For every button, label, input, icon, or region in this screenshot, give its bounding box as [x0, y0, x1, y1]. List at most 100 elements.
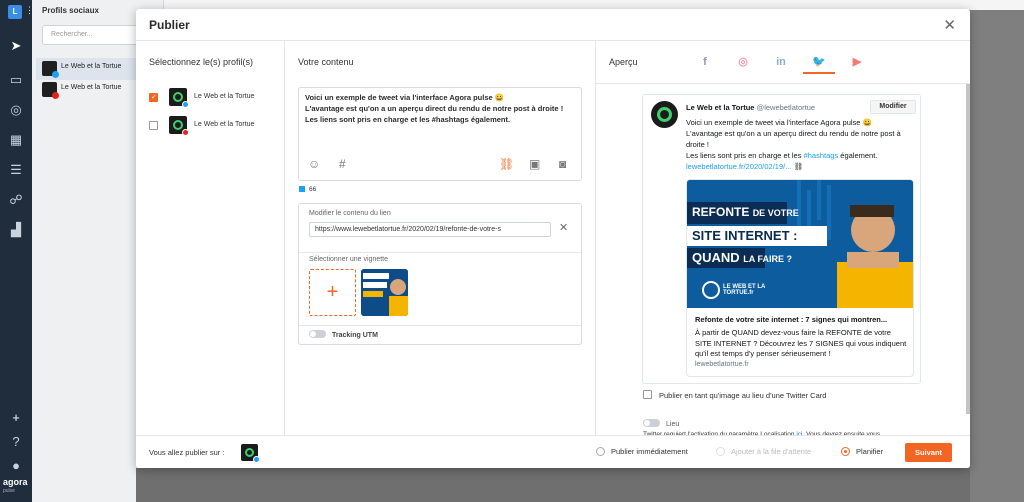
profile-checkbox[interactable] — [149, 93, 158, 102]
backdrop — [136, 468, 970, 502]
content-column: Votre contenu Voici un exemple de tweet … — [285, 41, 596, 435]
divider — [299, 252, 581, 253]
modify-button[interactable]: Modifier — [870, 100, 916, 114]
add-to-queue-option: Ajouter à la file d'attente — [716, 447, 811, 456]
stats-icon[interactable]: ▟ — [6, 220, 26, 240]
link-label: Modifier le contenu du lien — [309, 210, 391, 217]
preview-column: Aperçu f ◎ in 🐦 ▶ Le Web et la Tortue @l… — [596, 41, 970, 438]
image-instead-of-card-option[interactable]: Publier en tant qu'image au lieu d'une T… — [643, 390, 826, 400]
inbox-icon[interactable]: ▭ — [6, 70, 26, 90]
divider — [299, 325, 581, 326]
twitter-card[interactable]: REFONTE DE VOTRE SITE INTERNET : QUAND L… — [686, 179, 914, 377]
profile-select-title: Sélectionnez le(s) profil(s) — [149, 57, 254, 67]
preview-title: Aperçu — [609, 57, 638, 67]
tweet-preview: Le Web et la Tortue @lewebetlatortue Mod… — [642, 94, 921, 384]
profile-avatar — [42, 82, 59, 99]
youtube-badge-icon — [182, 129, 189, 136]
schedule-option[interactable]: Planifier — [841, 447, 883, 456]
clear-link-icon[interactable]: ✕ — [559, 221, 568, 234]
modal-footer: Vous allez publier sur : Publier immédia… — [136, 435, 970, 468]
account-avatar[interactable]: L — [8, 5, 22, 19]
profile-name: Le Web et la Tortue — [194, 121, 255, 128]
hashtag-icon[interactable]: # — [339, 157, 346, 171]
hashtag-link[interactable]: #hashtags — [804, 151, 839, 160]
radio-button — [716, 447, 725, 456]
add-icon[interactable]: + — [6, 408, 26, 428]
profile-option-youtube[interactable]: Le Web et la Tortue — [149, 116, 279, 136]
image-option-checkbox[interactable] — [643, 390, 652, 399]
calendar-icon[interactable]: ▦ — [6, 130, 26, 150]
toggle-switch[interactable] — [309, 330, 326, 338]
card-image: REFONTE DE VOTRE SITE INTERNET : QUAND L… — [687, 180, 913, 308]
toggle-switch[interactable] — [643, 419, 660, 427]
twitter-badge-icon — [182, 101, 189, 108]
post-editor[interactable]: Voici un exemple de tweet via l'interfac… — [298, 87, 582, 181]
left-nav-rail: L ⋮ ➤ ▭ ◎ ▦ ☰ ☍ ▟ + ? ● agora pulse — [0, 0, 34, 502]
brand-logo: agora pulse — [3, 477, 28, 495]
help-icon[interactable]: ? — [6, 432, 26, 452]
post-line: L'avantage est qu'on a un aperçu direct … — [305, 104, 564, 113]
users-icon[interactable]: ☍ — [6, 190, 26, 210]
card-title: Refonte de votre site internet : 7 signe… — [695, 315, 888, 324]
profile-avatar — [42, 61, 59, 78]
profile-name: Le Web et la Tortue — [194, 93, 255, 100]
post-text[interactable]: Voici un exemple de tweet via l'interfac… — [305, 92, 577, 125]
location-toggle[interactable]: Lieu — [643, 419, 679, 428]
tweet-author: Le Web et la Tortue @lewebetlatortue — [686, 103, 816, 112]
thumbnail-option[interactable] — [361, 269, 408, 316]
post-line: Les liens sont pris en charge et les #ha… — [305, 115, 511, 124]
card-img-text: SITE INTERNET : — [692, 228, 798, 243]
content-title: Votre contenu — [298, 57, 354, 67]
profile-avatar — [169, 88, 189, 108]
add-thumbnail-button[interactable]: + — [309, 269, 356, 316]
link-icon[interactable]: ⛓ — [499, 157, 514, 171]
video-icon[interactable]: ▣ — [529, 157, 540, 171]
card-img-text: QUAND LA FAIRE ? — [692, 250, 792, 265]
profiles-panel-title: Profils sociaux — [42, 6, 99, 15]
twitter-tab-icon[interactable]: 🐦 — [803, 54, 835, 74]
twitter-counter-icon — [299, 186, 305, 192]
instagram-tab-icon[interactable]: ◎ — [727, 54, 759, 74]
link-url-input[interactable]: https://www.lewebetlatortue.fr/2020/02/1… — [309, 222, 551, 237]
camera-icon[interactable]: ◙ — [559, 157, 566, 171]
youtube-tab-icon[interactable]: ▶ — [841, 54, 873, 74]
radio-button[interactable] — [841, 447, 850, 456]
reports-icon[interactable]: ☰ — [6, 160, 26, 180]
facebook-tab-icon[interactable]: f — [689, 54, 721, 74]
tweet-body: Voici un exemple de tweet via l'interfac… — [686, 118, 901, 171]
thumbnail-label: Sélectionner une vignette — [309, 256, 388, 263]
preview-scrollbar[interactable] — [966, 84, 970, 414]
card-img-logo: LE WEB ET LA TORTUE.fr — [723, 284, 766, 296]
card-description: À partir de QUAND devez-vous faire la RE… — [695, 328, 907, 358]
close-icon[interactable]: ✕ — [943, 16, 956, 34]
profile-avatar — [169, 116, 189, 136]
profile-select-column: Sélectionnez le(s) profil(s) Le Web et l… — [136, 41, 285, 435]
divider — [596, 83, 970, 84]
link-preview-editor: Modifier le contenu du lien https://www.… — [298, 203, 582, 345]
profile-checkbox[interactable] — [149, 121, 158, 130]
char-counter: 66 — [299, 186, 316, 193]
linkedin-tab-icon[interactable]: in — [765, 54, 797, 74]
emoji-icon[interactable]: ☺ — [308, 157, 320, 171]
modal-title: Publier — [149, 18, 190, 32]
tweet-avatar — [651, 101, 678, 128]
network-tabs: f ◎ in 🐦 ▶ — [689, 54, 970, 74]
card-img-text: REFONTE DE VOTRE — [692, 205, 799, 219]
post-line: Voici un exemple de tweet via l'interfac… — [305, 93, 505, 102]
tweet-link[interactable]: lewebetlatortue.fr/2020/02/19/... — [686, 162, 792, 171]
profile-option-twitter[interactable]: Le Web et la Tortue — [149, 88, 279, 108]
next-button[interactable]: Suivant — [905, 443, 952, 462]
bell-icon[interactable]: ● — [6, 456, 26, 476]
listening-icon[interactable]: ◎ — [6, 100, 26, 120]
publish-on-label: Vous allez publier sur : — [149, 448, 225, 457]
radio-button[interactable] — [596, 447, 605, 456]
publish-modal: Publier ✕ Sélectionnez le(s) profil(s) L… — [136, 9, 970, 468]
profile-name: Le Web et la Tortue — [61, 84, 122, 91]
card-domain: lewebetlatortue.fr — [695, 361, 749, 368]
chain-icon: ⛓ — [793, 162, 804, 171]
utm-toggle[interactable]: Tracking UTM — [309, 330, 378, 339]
publish-icon[interactable]: ➤ — [6, 36, 26, 56]
modal-header: Publier ✕ — [136, 9, 970, 41]
selected-profile-avatar — [241, 444, 260, 463]
publish-now-option[interactable]: Publier immédiatement — [596, 447, 688, 456]
